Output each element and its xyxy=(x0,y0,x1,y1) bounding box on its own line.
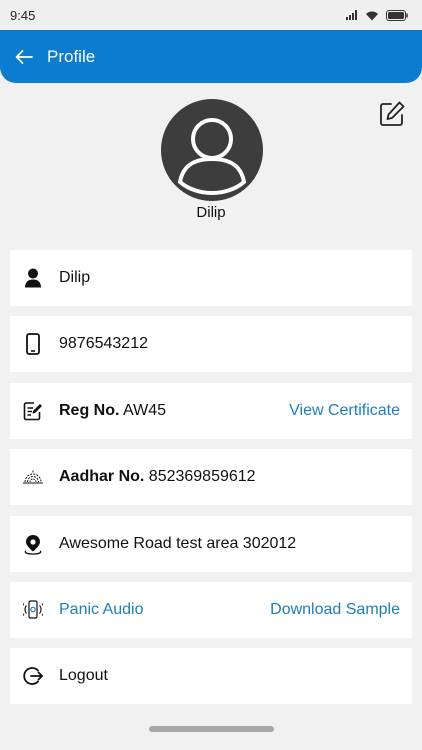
document-edit-icon xyxy=(22,400,44,422)
panic-audio-row: Panic Audio Download Sample xyxy=(10,582,412,638)
view-certificate-link[interactable]: View Certificate xyxy=(289,402,400,420)
status-time: 9:45 xyxy=(10,7,36,23)
location-pin-icon xyxy=(22,533,44,555)
person-icon xyxy=(22,267,44,289)
edit-profile-button[interactable] xyxy=(377,99,407,129)
avatar-icon xyxy=(161,99,263,201)
avatar xyxy=(161,99,263,201)
logout-icon xyxy=(22,665,44,687)
logout-row[interactable]: Logout xyxy=(10,648,412,704)
status-bar: 9:45 xyxy=(0,0,422,30)
panic-audio-link[interactable]: Panic Audio xyxy=(59,601,270,619)
profile-name: Dilip xyxy=(196,204,226,221)
reg-label: Reg No. xyxy=(59,402,120,419)
edit-icon xyxy=(380,101,405,126)
audio-icon xyxy=(22,599,44,621)
download-sample-link[interactable]: Download Sample xyxy=(270,601,400,619)
aadhar-value: 852369859612 xyxy=(144,468,256,485)
logout-label: Logout xyxy=(59,667,108,684)
name-value: Dilip xyxy=(59,269,91,286)
home-indicator[interactable] xyxy=(149,726,274,732)
app-bar: Profile xyxy=(0,30,422,83)
phone-icon xyxy=(22,333,44,355)
signal-icon xyxy=(346,10,357,20)
phone-row: 9876543212 xyxy=(10,316,412,372)
address-value: Awesome Road test area 302012 xyxy=(59,535,297,552)
battery-icon xyxy=(386,9,408,21)
back-button[interactable] xyxy=(12,45,36,69)
phone-value: 9876543212 xyxy=(59,335,148,352)
wifi-icon xyxy=(366,11,378,20)
fingerprint-icon xyxy=(22,466,44,488)
address-row: Awesome Road test area 302012 xyxy=(10,516,412,572)
aadhar-row: Aadhar No. 852369859612 xyxy=(10,449,412,505)
reg-text: Reg No. AW45 xyxy=(59,402,289,420)
reg-value: AW45 xyxy=(119,402,166,419)
aadhar-text: Aadhar No. 852369859612 xyxy=(59,468,400,486)
aadhar-label: Aadhar No. xyxy=(59,468,145,485)
name-row: Dilip xyxy=(10,250,412,306)
back-arrow-icon xyxy=(15,49,33,64)
page-title: Profile xyxy=(47,46,96,66)
reg-row: Reg No. AW45 View Certificate xyxy=(10,383,412,439)
status-icons xyxy=(346,9,408,21)
